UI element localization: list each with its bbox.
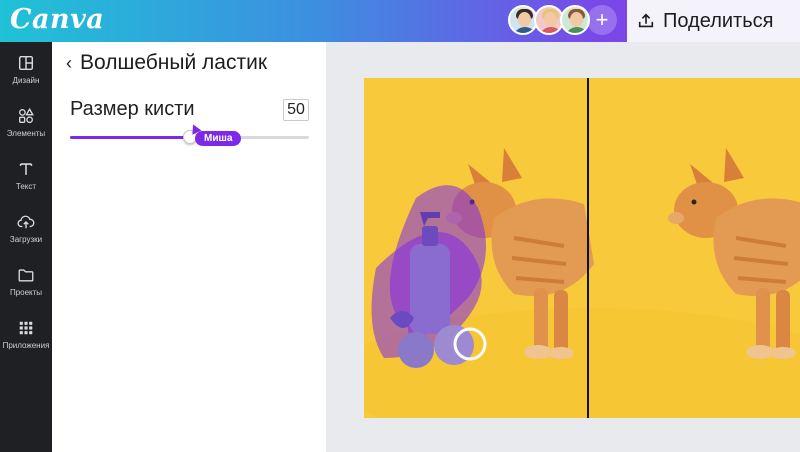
magic-eraser-panel: ‹ Волшебный ластик Размер кисти 50 Миша [52, 42, 326, 452]
avatar[interactable] [560, 5, 590, 35]
top-bar: Canva + Поделиться [0, 0, 800, 42]
sidebar-item-label: Элементы [6, 129, 46, 138]
sidebar-item-label: Дизайн [12, 76, 40, 85]
brush-size-label: Размер кисти [70, 98, 195, 120]
collaborator-name-tag: Миша [195, 131, 242, 146]
slider-fill [70, 136, 190, 139]
sidebar-item-label: Приложения [2, 341, 50, 350]
design-photo[interactable] [364, 78, 800, 418]
sidebar-item-text[interactable]: Текст [0, 160, 52, 191]
folder-icon [18, 269, 34, 282]
layout-icon [18, 55, 34, 71]
sidebar-item-label: Проекты [9, 288, 43, 297]
photo-illustration [364, 148, 800, 418]
brush-size-input[interactable]: 50 [283, 99, 309, 121]
canva-logo[interactable]: Canva [10, 4, 104, 35]
sidebar-item-label: Текст [15, 182, 37, 191]
shapes-icon [19, 107, 34, 124]
before-after-divider[interactable] [587, 78, 589, 418]
grid-icon [19, 321, 33, 335]
share-button[interactable]: Поделиться [627, 0, 800, 42]
sidebar-item-design[interactable]: Дизайн [0, 54, 52, 85]
add-collaborator-button[interactable]: + [587, 5, 617, 35]
upload-icon [638, 13, 654, 28]
sidebar-item-projects[interactable]: Проекты [0, 266, 52, 297]
panel-title: Волшебный ластик [80, 51, 268, 74]
cloud-upload-icon [17, 215, 35, 229]
chevron-left-icon[interactable]: ‹ [66, 53, 72, 74]
brush-size-slider[interactable] [70, 130, 309, 144]
sidebar-item-apps[interactable]: Приложения [0, 319, 52, 350]
eraser-overlay [371, 185, 487, 368]
text-icon [19, 163, 33, 175]
side-rail: Дизайн Элементы Текст Загрузки Проекты П… [0, 42, 52, 452]
sidebar-item-uploads[interactable]: Загрузки [0, 213, 52, 244]
sidebar-item-label: Загрузки [9, 235, 43, 244]
panel-header: ‹ Волшебный ластик [66, 51, 267, 75]
sidebar-item-elements[interactable]: Элементы [0, 107, 52, 138]
share-label: Поделиться [663, 9, 774, 32]
